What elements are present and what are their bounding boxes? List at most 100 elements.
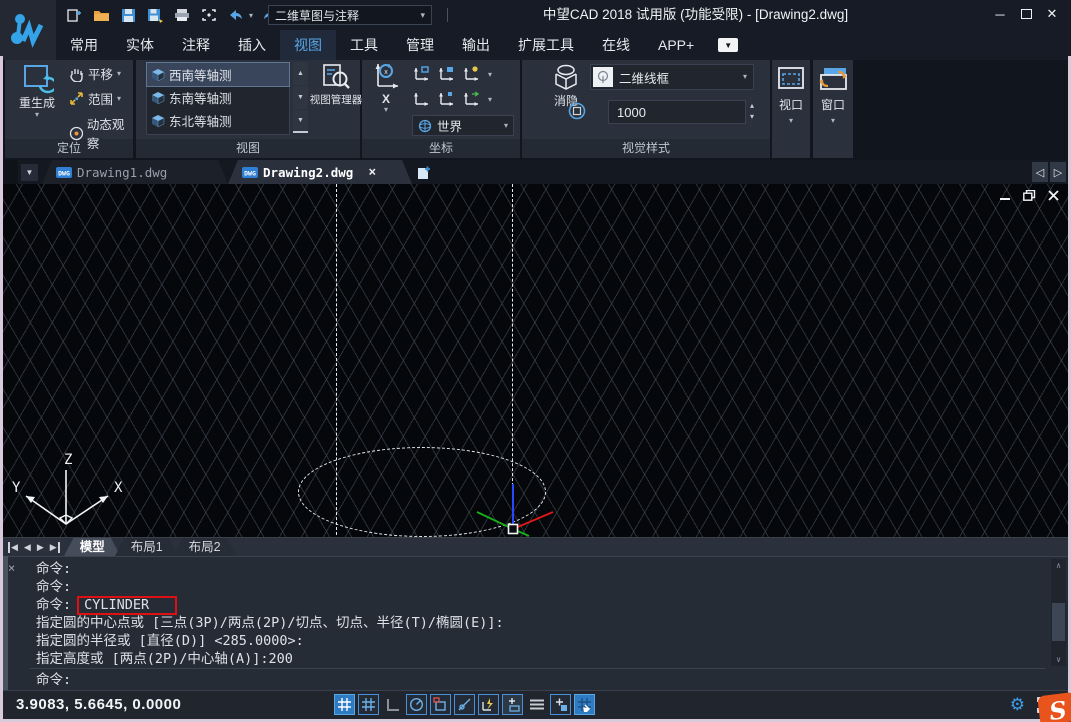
command-line-panel[interactable]: × 命令: 命令: 命令:CYLINDER 指定圆的中心点或 [三点(3P)/两… — [0, 556, 1071, 690]
document-tab-bar: ▼ DWG Drawing1.dwg DWG Drawing2.dwg × ◁ … — [0, 160, 1071, 184]
ucs-object-icon[interactable] — [437, 64, 457, 84]
doc-restore-icon[interactable] — [1023, 190, 1036, 201]
print-icon[interactable] — [172, 6, 192, 24]
tab-output[interactable]: 输出 — [448, 30, 504, 60]
doc-tab-scroll-right[interactable]: ▷ — [1050, 162, 1066, 182]
tab-insert[interactable]: 插入 — [224, 30, 280, 60]
panel-coordinates: x X ▾ ▾ ▾ 世界 — [362, 60, 520, 158]
ucs-z-axis-icon[interactable] — [437, 89, 457, 109]
app-menu-button[interactable] — [0, 0, 56, 60]
tab-app-plus[interactable]: APP+ — [644, 30, 708, 60]
panel-view-label[interactable]: 视图 — [136, 139, 360, 158]
tab-layout2[interactable]: 布局2 — [173, 538, 237, 557]
dynamic-ucs-icon[interactable] — [478, 694, 499, 715]
view-list-expand[interactable]: ▼ — [293, 110, 308, 133]
window-panel-button[interactable]: 窗口 ▾ — [813, 60, 853, 158]
view-list-scroll-down[interactable]: ▼ — [293, 86, 308, 109]
cursor-coordinates: 3.9083, 5.6645, 0.0000 — [16, 691, 181, 719]
view-manager-button[interactable]: 视图管理器 — [314, 62, 358, 107]
snap-mode-icon[interactable] — [358, 694, 379, 715]
doc-tab-scroll-left[interactable]: ◁ — [1032, 162, 1048, 182]
dynamic-input-icon[interactable] — [502, 694, 523, 715]
tab-model[interactable]: 模型 — [64, 538, 121, 557]
spinner-down-icon[interactable]: ▾ — [750, 113, 754, 121]
close-button[interactable]: ✕ — [1039, 2, 1065, 26]
new-doc-tab-button[interactable] — [414, 163, 432, 181]
tab-online[interactable]: 在线 — [588, 30, 644, 60]
tab-manage[interactable]: 管理 — [392, 30, 448, 60]
new-file-icon[interactable] — [64, 6, 84, 24]
doc-tab-close-icon[interactable]: × — [368, 165, 376, 180]
doc-tab-list-dropdown[interactable]: ▼ — [21, 164, 38, 181]
scrollbar-thumb[interactable] — [1052, 603, 1065, 641]
save-icon[interactable] — [118, 6, 138, 24]
chevron-down-icon[interactable]: ▾ — [488, 71, 492, 79]
view-list-scroll-up[interactable]: ▲ — [293, 62, 308, 85]
object-snap-icon[interactable] — [430, 694, 451, 715]
ucs-x-button[interactable]: x X ▾ — [368, 62, 404, 114]
command-input-line[interactable]: 命令: — [36, 671, 71, 689]
settings-gear-icon[interactable]: ⚙ — [1010, 694, 1025, 715]
ucs-named-dropdown[interactable]: 世界 ▾ — [412, 115, 514, 136]
next-layout-icon[interactable]: ▶ — [37, 542, 44, 553]
drawing-canvas[interactable]: Z Y X — [0, 184, 1071, 537]
ucs-world-icon[interactable] — [412, 89, 432, 109]
tab-tools[interactable]: 工具 — [336, 30, 392, 60]
maximize-button[interactable] — [1013, 2, 1039, 26]
ucs-origin-icon[interactable] — [412, 64, 432, 84]
regen-button[interactable]: 重生成 ▾ — [11, 62, 63, 119]
open-folder-icon[interactable] — [91, 6, 111, 24]
view-item-sw-isometric[interactable]: 西南等轴测 — [147, 63, 289, 86]
first-layout-icon[interactable]: ◀ — [8, 542, 18, 553]
watermark-letter: S — [1048, 695, 1069, 722]
panel-view: 西南等轴测 东南等轴测 东北等轴测 ▲ ▼ ▼ — [136, 60, 360, 158]
add-selected-icon[interactable] — [550, 694, 571, 715]
object-snap-tracking-icon[interactable] — [454, 694, 475, 715]
tab-express[interactable]: 扩展工具 — [504, 30, 588, 60]
grid-display-icon[interactable] — [334, 694, 355, 715]
view-item-se-isometric[interactable]: 东南等轴测 — [147, 86, 289, 109]
visual-style-dropdown[interactable]: 二维线框 ▾ — [590, 64, 754, 90]
prev-layout-icon[interactable]: ◀ — [24, 542, 31, 553]
orbit-button[interactable]: 动态观察 — [69, 114, 133, 152]
chevron-down-icon: ▾ — [384, 106, 388, 114]
clean-screen-icon[interactable] — [199, 6, 219, 24]
tab-home[interactable]: 常用 — [56, 30, 112, 60]
ucs-3point-icon[interactable] — [462, 89, 482, 109]
tab-layout1[interactable]: 布局1 — [115, 538, 179, 557]
doc-minimize-icon[interactable] — [999, 191, 1011, 201]
doc-close-icon[interactable] — [1048, 190, 1059, 201]
minimize-button[interactable]: ─ — [987, 2, 1013, 26]
zoom-extents-button[interactable]: 范围 ▾ — [69, 89, 121, 108]
panel-coordinates-label[interactable]: 坐标 — [362, 139, 520, 158]
command-scrollbar[interactable]: ∧ ∨ — [1051, 559, 1066, 666]
scroll-down-icon[interactable]: ∨ — [1051, 653, 1066, 666]
isolines-input[interactable]: 1000 — [608, 100, 746, 124]
ucs-world-label: 世界 — [437, 116, 462, 135]
view-item-ne-isometric[interactable]: 东北等轴测 — [147, 109, 289, 132]
tab-annotate[interactable]: 注释 — [168, 30, 224, 60]
workspace-selector[interactable]: 二维草图与注释 ▾ — [268, 5, 432, 25]
spinner-up-icon[interactable]: ▴ — [750, 102, 754, 110]
pan-button[interactable]: 平移 ▾ — [69, 64, 121, 83]
message-dropdown-icon[interactable]: ▼ — [718, 38, 738, 52]
doc-tab-drawing1[interactable]: DWG Drawing1.dwg — [42, 160, 228, 184]
tab-solid[interactable]: 实体 — [112, 30, 168, 60]
panel-visual-style-label[interactable]: 视觉样式 — [522, 139, 770, 158]
command-panel-close-icon[interactable]: × — [8, 561, 15, 575]
last-layout-icon[interactable]: ▶ — [50, 542, 60, 553]
ortho-mode-icon[interactable] — [382, 694, 403, 715]
lineweight-icon[interactable] — [526, 694, 547, 715]
scroll-up-icon[interactable]: ∧ — [1051, 559, 1066, 572]
undo-dropdown-icon[interactable]: ▾ — [249, 11, 253, 20]
viewport-button[interactable]: 视口 ▾ — [772, 60, 810, 158]
undo-icon[interactable] — [226, 6, 246, 24]
save-as-icon[interactable] — [145, 6, 165, 24]
viewport-maximize-icon[interactable] — [574, 694, 595, 715]
polar-tracking-icon[interactable] — [406, 694, 427, 715]
dwg-file-icon: DWG — [56, 166, 72, 179]
ucs-previous-icon[interactable] — [462, 64, 482, 84]
chevron-down-icon[interactable]: ▾ — [488, 96, 492, 104]
doc-tab-drawing2[interactable]: DWG Drawing2.dwg × — [228, 160, 412, 184]
tab-view[interactable]: 视图 — [280, 30, 336, 60]
